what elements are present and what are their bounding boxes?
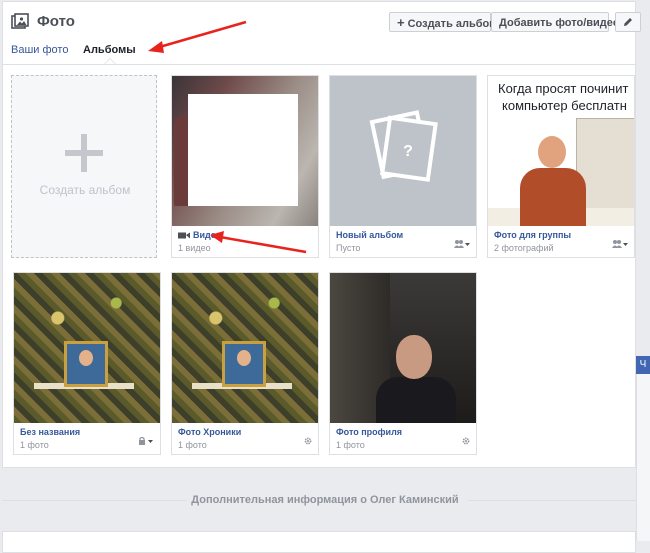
page-title: Фото	[37, 13, 75, 30]
plus-icon: +	[397, 15, 405, 30]
album-count: 1 фото	[20, 440, 49, 450]
album-thumbnail	[14, 273, 160, 423]
active-tab-indicator	[104, 58, 116, 64]
create-album-tile-label: Создать альбом	[39, 183, 131, 197]
album-timeline-photos[interactable]: Фото Хроники 1 фото	[171, 272, 319, 455]
pencil-icon	[624, 18, 632, 26]
plus-icon	[65, 134, 103, 172]
album-title[interactable]: Новый альбом	[336, 230, 403, 240]
album-count: Пусто	[336, 243, 361, 253]
create-album-label: Создать альбом	[407, 18, 498, 30]
album-group-photos[interactable]: Когда просят починит компьютер бесплатн …	[487, 75, 635, 258]
about-panel	[2, 531, 636, 553]
album-thumbnail: ?	[330, 76, 476, 226]
chat-side-tab[interactable]: Ч	[636, 356, 650, 374]
thumbnail-caption-line: компьютер бесплатн	[502, 98, 627, 113]
album-title[interactable]: Без названия	[20, 427, 80, 437]
about-section-title: Дополнительная информация о Олег Каминск…	[191, 494, 459, 506]
privacy-friends-icon[interactable]	[454, 240, 470, 250]
album-title[interactable]: Видео	[193, 230, 221, 240]
thumbnail-person-head	[538, 136, 566, 168]
create-album-tile[interactable]: Создать альбом	[11, 75, 157, 258]
photo-album-icon	[11, 13, 29, 29]
album-title[interactable]: Фото для группы	[494, 230, 571, 240]
album-count: 1 фото	[336, 440, 365, 450]
album-count: 2 фотографий	[494, 243, 554, 253]
right-side-strip	[636, 356, 650, 541]
album-profile-photos[interactable]: Фото профиля 1 фото	[329, 272, 477, 455]
thumbnail-person-body	[376, 377, 456, 423]
edit-button[interactable]	[615, 12, 641, 32]
create-album-button[interactable]: + Создать альбом	[389, 12, 497, 32]
tab-albums[interactable]: Альбомы	[83, 44, 136, 56]
album-count: 1 видео	[178, 243, 211, 253]
thumbnail-person-body	[520, 168, 586, 226]
album-title[interactable]: Фото Хроники	[178, 427, 241, 437]
thumbnail-person-head	[396, 335, 432, 379]
album-new[interactable]: ? Новый альбом Пусто	[329, 75, 477, 258]
thumbnail-caption: Когда просят починит компьютер бесплатн	[498, 80, 628, 114]
thumbnail-icon-picture	[64, 341, 108, 387]
tab-your-photos[interactable]: Ваши фото	[11, 44, 68, 56]
add-photo-video-button[interactable]: Добавить фото/видео	[491, 12, 620, 32]
video-camera-icon	[178, 232, 190, 239]
album-video[interactable]: Видео 1 видео	[171, 75, 319, 258]
thumbnail-caption-line: Когда просят починит	[498, 81, 629, 96]
album-count: 1 фото	[178, 440, 207, 450]
album-title[interactable]: Фото профиля	[336, 427, 402, 437]
empty-album-icon: ?	[369, 110, 438, 182]
thumbnail-white-area	[188, 94, 298, 206]
album-thumbnail	[330, 273, 476, 423]
album-thumbnail	[172, 76, 318, 226]
photos-header: Фото + Создать альбом Добавить фото/видео…	[3, 2, 641, 65]
album-thumbnail	[172, 273, 318, 423]
thumbnail-icon-picture	[222, 341, 266, 387]
svg-text:?: ?	[403, 143, 413, 160]
privacy-lock-icon[interactable]	[138, 436, 154, 447]
settings-gear-icon[interactable]	[462, 437, 470, 447]
privacy-friends-icon[interactable]	[612, 240, 628, 250]
album-untitled[interactable]: Без названия 1 фото	[13, 272, 161, 455]
settings-gear-icon[interactable]	[304, 437, 312, 447]
album-thumbnail: Когда просят починит компьютер бесплатн	[488, 76, 634, 226]
